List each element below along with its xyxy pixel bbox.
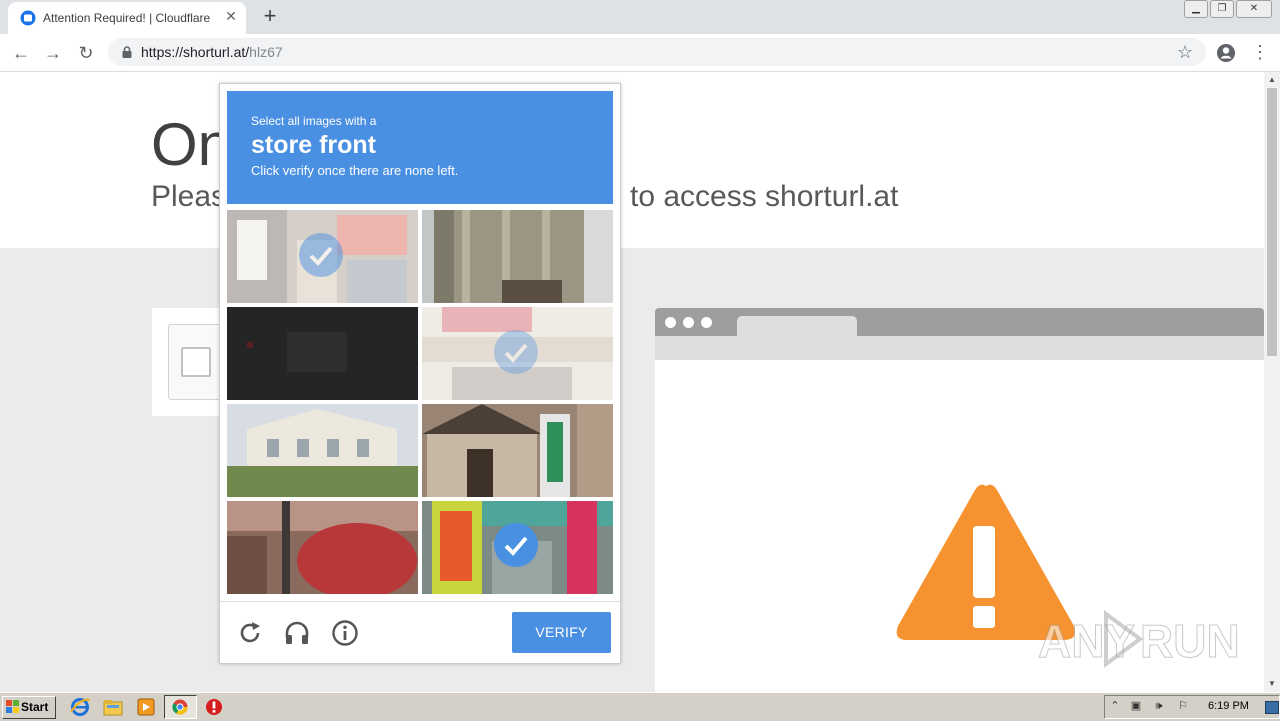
illustration-titlebar [655, 308, 1264, 336]
illustration-dot [665, 317, 676, 328]
volume-icon[interactable]: 🕪 [1152, 699, 1166, 713]
page-header: On Pleas to access shorturl.at [0, 72, 1264, 248]
tab-close-icon[interactable]: ✕ [223, 8, 239, 26]
show-desktop-icon[interactable] [1265, 701, 1279, 714]
media-player-icon[interactable] [134, 696, 158, 718]
scroll-down-icon[interactable]: ▼ [1264, 676, 1280, 692]
image-tile-5[interactable] [227, 404, 418, 497]
tile-image [227, 307, 418, 400]
illustration-tab [737, 316, 857, 336]
challenge-divider [220, 601, 620, 602]
audio-icon[interactable] [283, 619, 311, 647]
selected-check-icon [494, 330, 538, 374]
tab-title: Attention Required! | Cloudflare [43, 11, 211, 25]
anyrun-watermark: ANY RUN [1037, 608, 1241, 672]
image-tile-7[interactable] [227, 501, 418, 594]
challenge-header: Select all images with a store front Cli… [227, 91, 613, 204]
forward-icon[interactable]: → [42, 42, 64, 64]
cloudflare-favicon-icon [20, 10, 36, 26]
page-scrollbar[interactable]: ▲ ▼ [1264, 72, 1280, 692]
windows-logo-icon [6, 700, 19, 713]
reload-icon[interactable] [236, 619, 264, 647]
verify-button[interactable]: VERIFY [512, 612, 611, 653]
scroll-up-icon[interactable]: ▲ [1264, 72, 1280, 88]
taskbar-active-app[interactable] [164, 695, 197, 719]
action-center-flag-icon[interactable]: ⚐ [1176, 699, 1190, 713]
stop-icon[interactable] [202, 696, 226, 718]
account-icon[interactable] [1215, 42, 1237, 64]
challenge-hint: Click verify once there are none left. [251, 163, 459, 178]
tile-image [422, 210, 613, 303]
start-button[interactable]: Start [2, 696, 56, 719]
page-subtitle-right: to access shorturl.at [630, 180, 899, 213]
watermark-right: RUN [1140, 615, 1241, 668]
page-subtitle-left: Pleas [151, 180, 227, 213]
captcha-checkbox[interactable] [181, 347, 211, 377]
tray-expand-icon[interactable]: ⌃ [1108, 699, 1122, 713]
cloudflare-page: On Pleas to access shorturl.at [0, 72, 1264, 692]
bookmark-star-icon[interactable]: ☆ [1177, 42, 1193, 63]
lock-icon [122, 46, 132, 58]
scroll-thumb[interactable] [1267, 88, 1277, 356]
minimize-button[interactable]: ▁ [1184, 0, 1208, 18]
url-text: https://shorturl.at/hlz67 [141, 44, 283, 60]
challenge-target: store front [251, 131, 376, 159]
recaptcha-challenge: Select all images with a store front Cli… [219, 83, 621, 664]
illustration-toolbar [655, 336, 1264, 360]
restore-button[interactable]: ❐ [1210, 0, 1234, 18]
start-label: Start [21, 700, 49, 714]
browser-tab[interactable]: Attention Required! | Cloudflare ✕ [8, 2, 246, 34]
close-window-button[interactable]: ✕ [1236, 0, 1272, 18]
taskbar-clock[interactable]: 6:19 PM [1208, 700, 1249, 712]
challenge-instruction: Select all images with a [251, 114, 377, 128]
chrome-icon [172, 699, 188, 715]
tile-image [422, 404, 613, 497]
explorer-icon[interactable] [101, 696, 125, 718]
selected-check-icon [494, 523, 538, 567]
image-tile-2[interactable] [422, 210, 613, 303]
tile-image [227, 404, 418, 497]
network-icon[interactable]: ▣ [1129, 699, 1143, 713]
ie-icon[interactable] [68, 696, 92, 718]
back-icon[interactable]: ← [10, 42, 32, 64]
watermark-play-icon [1104, 610, 1144, 668]
illustration-dot [683, 317, 694, 328]
browser-titlebar: Attention Required! | Cloudflare ✕ + ▁ ❐… [0, 0, 1280, 34]
info-icon[interactable] [331, 619, 359, 647]
selected-check-icon [299, 233, 343, 277]
tile-image [227, 501, 418, 594]
chrome-menu-icon[interactable]: ⋮ [1251, 42, 1269, 62]
browser-toolbar: ← → ↻ https://shorturl.at/hlz67 ☆ ⋮ [0, 34, 1280, 72]
image-tile-6[interactable] [422, 404, 613, 497]
address-bar[interactable]: https://shorturl.at/hlz67 ☆ [108, 38, 1206, 66]
reload-page-icon[interactable]: ↻ [75, 42, 97, 64]
illustration-dot [701, 317, 712, 328]
new-tab-button[interactable]: + [259, 4, 281, 28]
system-tray: ⌃ ▣ 🕪 ⚐ 6:19 PM [1104, 695, 1280, 719]
windows-taskbar: Start ⌃ ▣ 🕪 ⚐ 6:19 PM [0, 692, 1280, 721]
image-tile-3[interactable] [227, 307, 418, 400]
